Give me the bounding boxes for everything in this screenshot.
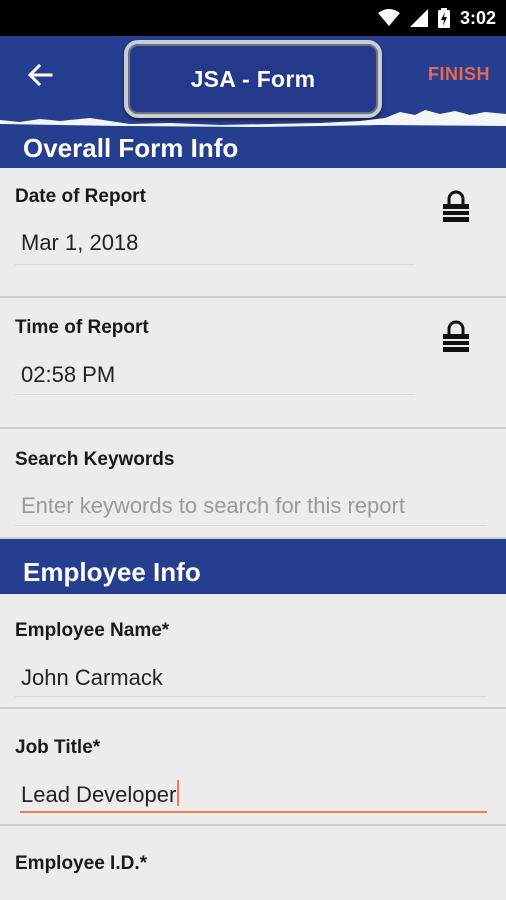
cell-signal-icon bbox=[409, 9, 428, 27]
time-of-report-field[interactable]: Time of Report 02:58 PM bbox=[0, 298, 506, 429]
employee-id-field[interactable]: Employee I.D.* bbox=[0, 826, 506, 900]
finish-button[interactable]: FINISH bbox=[428, 64, 490, 85]
date-of-report-label: Date of Report bbox=[15, 186, 146, 207]
status-bar: 3:02 bbox=[0, 0, 506, 36]
status-icons: 3:02 bbox=[377, 0, 496, 36]
section-header-employee: Employee Info bbox=[0, 539, 506, 594]
text-cursor bbox=[177, 780, 180, 806]
app-bar: JSA - Form FINISH bbox=[0, 36, 506, 128]
torn-edge-decoration bbox=[0, 110, 506, 128]
date-of-report-underline bbox=[15, 264, 415, 265]
time-of-report-value[interactable]: 02:58 PM bbox=[21, 362, 115, 388]
employee-name-field[interactable]: Employee Name* John Carmack bbox=[0, 594, 506, 709]
wifi-icon bbox=[377, 9, 400, 26]
battery-charging-icon bbox=[437, 8, 450, 28]
status-time: 3:02 bbox=[459, 7, 496, 28]
search-keywords-underline bbox=[15, 525, 487, 526]
job-title-active-underline bbox=[20, 811, 487, 813]
job-title-label: Job Title* bbox=[15, 737, 101, 758]
job-title-input[interactable]: Lead Developer bbox=[21, 780, 180, 808]
time-of-report-label: Time of Report bbox=[15, 317, 149, 338]
search-keywords-field[interactable]: Search Keywords Enter keywords to search… bbox=[0, 429, 506, 539]
lock-icon[interactable] bbox=[441, 190, 471, 224]
date-of-report-value[interactable]: Mar 1, 2018 bbox=[21, 230, 138, 256]
arrow-left-icon bbox=[27, 64, 53, 86]
back-button[interactable] bbox=[20, 58, 60, 92]
search-keywords-input[interactable]: Enter keywords to search for this report bbox=[21, 493, 405, 519]
lock-icon[interactable] bbox=[441, 320, 471, 354]
employee-name-underline bbox=[15, 696, 487, 697]
employee-name-label: Employee Name* bbox=[15, 620, 170, 641]
job-title-field[interactable]: Job Title* Lead Developer bbox=[0, 709, 506, 826]
page-title: JSA - Form bbox=[190, 65, 316, 92]
job-title-value: Lead Developer bbox=[21, 782, 177, 807]
employee-id-label: Employee I.D.* bbox=[15, 853, 147, 874]
search-keywords-label: Search Keywords bbox=[15, 449, 175, 470]
time-of-report-underline bbox=[15, 394, 415, 395]
date-of-report-field[interactable]: Date of Report Mar 1, 2018 bbox=[0, 168, 506, 298]
employee-name-input[interactable]: John Carmack bbox=[21, 665, 163, 691]
section-header-overall: Overall Form Info bbox=[0, 128, 506, 168]
